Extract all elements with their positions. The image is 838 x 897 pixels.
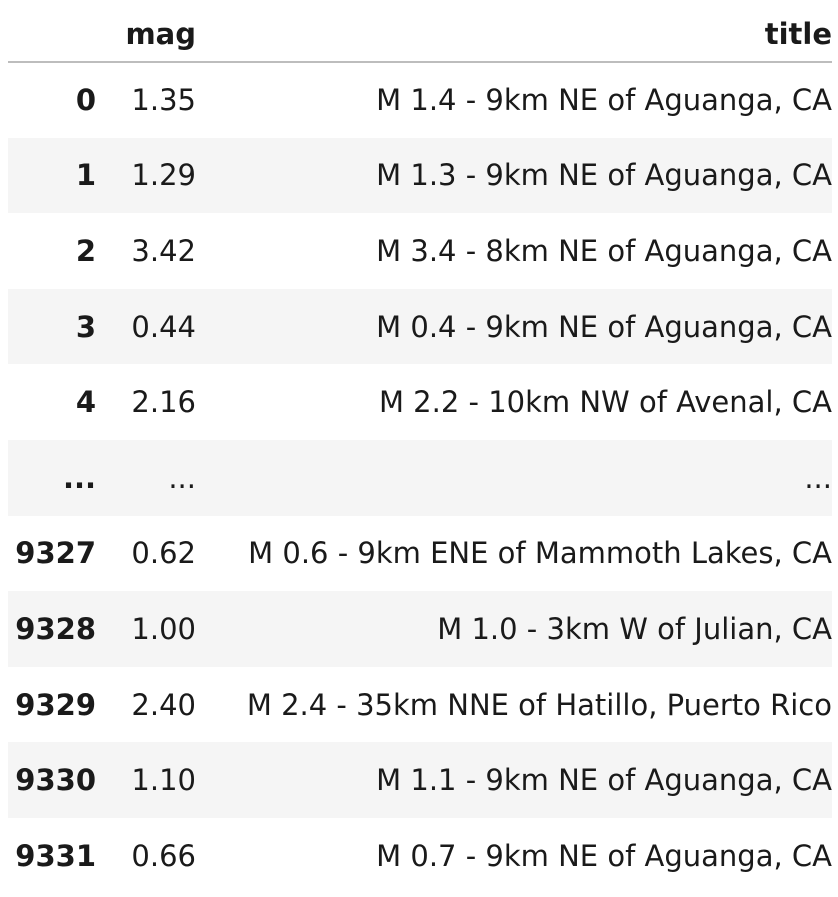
row-index: 1 [75, 158, 96, 193]
table-body: 0 1.35 M 1.4 - 9km NE of Aguanga, CA 1 1… [8, 62, 832, 894]
table-row: 3 0.44 M 0.4 - 9km NE of Aguanga, CA [8, 288, 832, 365]
title-cell: M 1.4 - 9km NE of Aguanga, CA [376, 83, 832, 118]
row-index: 9331 [15, 838, 96, 873]
dataframe-output: mag title 0 1.35 M 1.4 - 9km NE of Aguan… [0, 0, 838, 897]
mag-cell: 1.10 [131, 763, 196, 798]
title-cell: M 1.0 - 3km W of Julian, CA [437, 611, 832, 646]
title-column-header: title [764, 17, 832, 51]
table-row: 1 1.29 M 1.3 - 9km NE of Aguanga, CA [8, 137, 832, 214]
header-row: mag title [8, 0, 832, 62]
row-index: 2 [75, 233, 96, 268]
table-row: 4 2.16 M 2.2 - 10km NW of Avenal, CA [8, 364, 832, 440]
ellipsis-row: ... ... ... [8, 439, 832, 516]
mag-cell: 0.44 [131, 309, 196, 344]
row-index: 0 [75, 83, 96, 118]
mag-cell: 1.29 [131, 158, 196, 193]
title-cell: M 0.4 - 9km NE of Aguanga, CA [376, 309, 832, 344]
mag-column-header: mag [125, 17, 196, 51]
title-cell: M 1.1 - 9km NE of Aguanga, CA [376, 763, 832, 798]
table-row: 9331 0.66 M 0.7 - 9km NE of Aguanga, CA [8, 818, 832, 894]
title-cell-ellipsis: ... [804, 460, 832, 495]
mag-cell: 2.16 [131, 385, 196, 420]
row-index: 9328 [15, 611, 96, 646]
table-header: mag title [8, 0, 832, 62]
row-index: 9330 [15, 763, 96, 798]
mag-cell-ellipsis: ... [168, 460, 196, 495]
title-cell: M 3.4 - 8km NE of Aguanga, CA [376, 233, 832, 268]
title-cell: M 2.4 - 35km NNE of Hatillo, Puerto Rico [246, 687, 832, 722]
index-column-header [8, 0, 108, 62]
row-index: 4 [75, 385, 96, 420]
table-row: 9328 1.00 M 1.0 - 3km W of Julian, CA [8, 591, 832, 667]
row-index-ellipsis: ... [62, 460, 96, 495]
mag-cell: 1.35 [131, 83, 196, 118]
title-cell: M 1.3 - 9km NE of Aguanga, CA [376, 158, 832, 193]
row-index: 9329 [15, 687, 96, 722]
table-row: 9330 1.10 M 1.1 - 9km NE of Aguanga, CA [8, 742, 832, 818]
dataframe-table: mag title 0 1.35 M 1.4 - 9km NE of Aguan… [8, 0, 832, 894]
mag-cell: 3.42 [131, 233, 196, 268]
row-index: 3 [75, 309, 96, 344]
table-row: 9329 2.40 M 2.4 - 35km NNE of Hatillo, P… [8, 667, 832, 743]
title-cell: M 0.6 - 9km ENE of Mammoth Lakes, CA [248, 536, 832, 571]
mag-cell: 2.40 [131, 687, 196, 722]
mag-cell: 0.66 [131, 838, 196, 873]
title-cell: M 2.2 - 10km NW of Avenal, CA [378, 385, 832, 420]
row-index: 9327 [15, 536, 96, 571]
title-cell: M 0.7 - 9km NE of Aguanga, CA [376, 838, 832, 873]
mag-cell: 0.62 [131, 536, 196, 571]
table-row: 0 1.35 M 1.4 - 9km NE of Aguanga, CA [8, 62, 832, 138]
mag-cell: 1.00 [131, 611, 196, 646]
table-row: 2 3.42 M 3.4 - 8km NE of Aguanga, CA [8, 213, 832, 289]
table-row: 9327 0.62 M 0.6 - 9km ENE of Mammoth Lak… [8, 516, 832, 592]
